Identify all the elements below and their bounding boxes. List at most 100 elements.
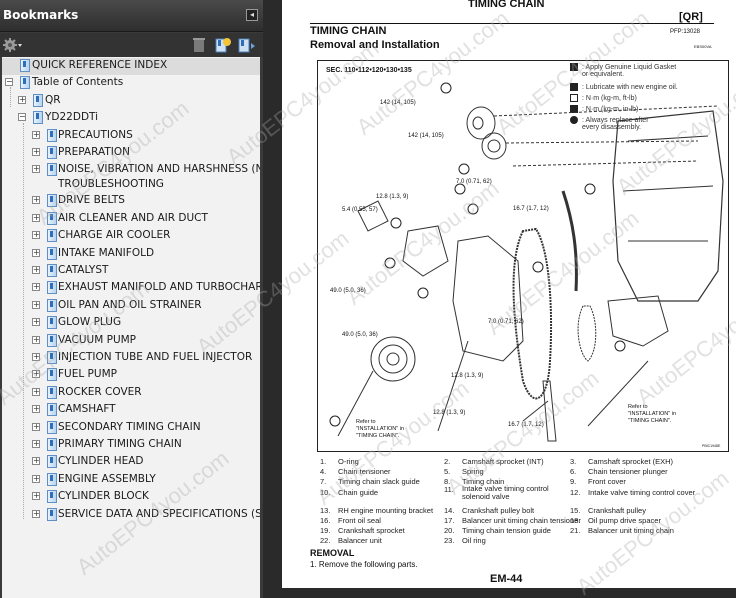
bookmark-item[interactable]: + QR bbox=[2, 93, 260, 110]
expand-toggle-icon[interactable]: + bbox=[32, 422, 40, 431]
bookmark-label: AIR CLEANER AND AIR DUCT bbox=[58, 211, 208, 224]
bookmark-item[interactable]: + SERVICE DATA AND SPECIFICATIONS (SDS) bbox=[2, 507, 260, 524]
bookmark-item[interactable]: + INTAKE MANIFOLD bbox=[2, 246, 260, 263]
bookmark-label: ENGINE ASSEMBLY bbox=[58, 472, 156, 485]
bookmark-icon bbox=[47, 246, 57, 260]
bookmark-item[interactable]: + ROCKER COVER bbox=[2, 385, 260, 402]
bookmark-item[interactable]: + NOISE, VIBRATION AND HARSHNESS (NVH) TRO… bbox=[2, 162, 260, 193]
bookmark-item[interactable]: + OIL PAN AND OIL STRAINER bbox=[2, 298, 260, 315]
bookmark-item[interactable]: + EXHAUST MANIFOLD AND TURBOCHARGER bbox=[2, 280, 260, 297]
bookmark-item[interactable]: + PRIMARY TIMING CHAIN bbox=[2, 437, 260, 454]
expand-toggle-icon[interactable]: + bbox=[32, 405, 40, 414]
bookmark-item[interactable]: QUICK REFERENCE INDEX bbox=[2, 58, 260, 76]
expand-bookmark-icon[interactable] bbox=[238, 37, 255, 53]
bookmark-item[interactable]: + CAMSHAFT bbox=[2, 402, 260, 419]
expand-toggle-icon[interactable]: + bbox=[32, 248, 40, 257]
part-entry: 11. Intake valve timing control solenoid … bbox=[444, 485, 562, 501]
part-name: Crankshaft sprocket bbox=[338, 526, 405, 535]
part-number: 12. bbox=[570, 488, 581, 497]
trash-icon[interactable] bbox=[192, 37, 208, 53]
bookmark-item[interactable]: + DRIVE BELTS bbox=[2, 193, 260, 210]
bookmark-item[interactable]: + VACUUM PUMP bbox=[2, 333, 260, 350]
expand-toggle-icon[interactable]: + bbox=[32, 457, 40, 466]
expand-toggle-icon[interactable]: + bbox=[32, 492, 40, 501]
bookmark-icon bbox=[47, 490, 57, 504]
bookmark-label: VACUUM PUMP bbox=[58, 333, 137, 346]
bookmark-item[interactable]: − YD22DDTi bbox=[2, 110, 260, 127]
bookmark-item[interactable]: + AIR CLEANER AND AIR DUCT bbox=[2, 211, 260, 228]
tree-guide-line bbox=[10, 87, 11, 107]
exploded-diagram: SEC. 110•112•120•130•135 : Apply Genuine… bbox=[317, 60, 729, 452]
bookmark-label: QR bbox=[45, 93, 61, 106]
part-entry: 22. Balancer unit bbox=[320, 536, 382, 545]
bookmark-item[interactable]: + FUEL PUMP bbox=[2, 367, 260, 384]
torque-callout: 142 (14, 105) bbox=[380, 100, 416, 106]
expand-toggle-icon[interactable]: + bbox=[18, 95, 26, 104]
expand-toggle-icon[interactable]: + bbox=[32, 130, 40, 139]
expand-toggle-icon[interactable]: + bbox=[32, 353, 40, 361]
bookmark-icon bbox=[47, 298, 57, 312]
bookmark-icon bbox=[47, 264, 57, 277]
bookmark-item[interactable]: + GLOW PLUG bbox=[2, 315, 260, 332]
bookmark-item[interactable]: + ENGINE ASSEMBLY bbox=[2, 472, 260, 489]
torque-callout: 7.0 (0.71, 62) bbox=[488, 319, 524, 325]
collapse-toggle-icon[interactable]: − bbox=[5, 78, 13, 87]
part-name: Intake valve timing control solenoid val… bbox=[462, 484, 549, 501]
bookmark-item[interactable]: + PREPARATION bbox=[2, 145, 260, 162]
part-name: Oil pump drive spacer bbox=[588, 516, 661, 525]
gear-icon[interactable] bbox=[3, 37, 22, 53]
bookmark-item[interactable]: + CYLINDER HEAD bbox=[2, 454, 260, 471]
new-bookmark-icon[interactable] bbox=[215, 37, 231, 53]
refer-note-right: Refer to "INSTALLATION" in "TIMING CHAIN". bbox=[628, 404, 677, 424]
expand-toggle-icon[interactable]: + bbox=[32, 165, 40, 174]
figure-code-bottom: PBIC1948E bbox=[702, 444, 721, 448]
expand-toggle-icon[interactable]: + bbox=[32, 335, 40, 344]
part-entry: 6. Chain tensioner plunger bbox=[570, 467, 668, 476]
part-number: 15. bbox=[570, 506, 581, 515]
bookmark-item[interactable]: + CHARGE AIR COOLER bbox=[2, 228, 260, 245]
expand-toggle-icon[interactable]: + bbox=[32, 509, 40, 518]
bookmark-item[interactable]: + INJECTION TUBE AND FUEL INJECTOR bbox=[2, 350, 260, 367]
expand-toggle-icon[interactable]: + bbox=[32, 148, 40, 156]
part-number: 4. bbox=[320, 467, 327, 476]
collapse-panel-icon[interactable]: ◂ bbox=[246, 9, 258, 21]
expand-toggle-icon[interactable]: + bbox=[32, 387, 40, 396]
bookmark-item[interactable]: + PRECAUTIONS bbox=[2, 128, 260, 145]
part-name: Camshaft sprocket (INT) bbox=[462, 457, 544, 466]
part-name: O-ring bbox=[338, 457, 359, 466]
part-entry: 21. Balancer unit timing chain bbox=[570, 526, 674, 535]
part-name: Timing chain slack guide bbox=[338, 477, 420, 486]
part-name: Chain tensioner plunger bbox=[588, 467, 668, 476]
expand-toggle-icon[interactable]: + bbox=[32, 231, 40, 240]
expand-toggle-icon[interactable]: + bbox=[32, 300, 40, 309]
bookmark-icon bbox=[47, 194, 57, 208]
bookmark-label: Table of Contents bbox=[32, 76, 124, 89]
part-entry: 12. Intake valve timing control cover bbox=[570, 488, 695, 497]
part-number: 17. bbox=[444, 516, 455, 525]
bookmark-label: INTAKE MANIFOLD bbox=[58, 246, 155, 259]
part-entry: 9. Front cover bbox=[570, 477, 626, 486]
bookmark-label: CYLINDER HEAD bbox=[58, 455, 144, 468]
bookmark-icon bbox=[47, 438, 57, 451]
part-entry: 3. Camshaft sprocket (EXH) bbox=[570, 457, 673, 466]
bookmark-item[interactable]: + CATALYST bbox=[2, 263, 260, 280]
expand-toggle-icon[interactable]: + bbox=[32, 318, 40, 327]
bookmark-item[interactable]: + CYLINDER BLOCK bbox=[2, 489, 260, 506]
bookmark-label: NOISE, VIBRATION AND HARSHNESS (NVH) bbox=[58, 163, 260, 176]
part-number: 22. bbox=[320, 536, 331, 545]
part-name: Crankshaft pulley bolt bbox=[462, 506, 535, 515]
part-entry: 16. Front oil seal bbox=[320, 516, 381, 525]
expand-toggle-icon[interactable]: + bbox=[32, 266, 40, 274]
expand-toggle-icon[interactable]: + bbox=[32, 213, 40, 222]
torque-callout: 142 (14, 105) bbox=[408, 133, 444, 139]
collapse-toggle-icon[interactable]: − bbox=[18, 113, 26, 122]
expand-toggle-icon[interactable]: + bbox=[32, 440, 40, 448]
bookmarks-header: Bookmarks ◂ bbox=[0, 0, 263, 32]
expand-toggle-icon[interactable]: + bbox=[32, 370, 40, 379]
bookmark-item[interactable]: − Table of Contents bbox=[2, 75, 260, 92]
expand-toggle-icon[interactable]: + bbox=[32, 283, 40, 292]
engine-code: [QR] bbox=[679, 11, 703, 23]
bookmark-item[interactable]: + SECONDARY TIMING CHAIN bbox=[2, 420, 260, 437]
expand-toggle-icon[interactable]: + bbox=[32, 474, 40, 483]
expand-toggle-icon[interactable]: + bbox=[32, 196, 40, 205]
